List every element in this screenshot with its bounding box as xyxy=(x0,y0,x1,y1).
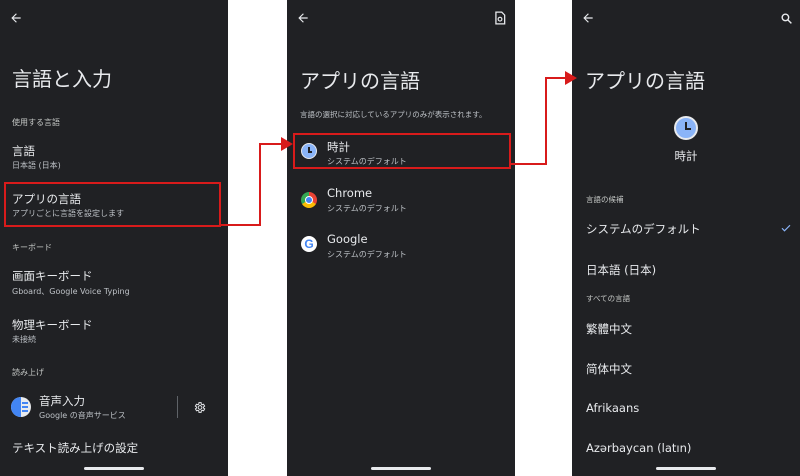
chrome-icon xyxy=(301,192,317,208)
gesture-nav-bar[interactable] xyxy=(84,467,144,470)
google-voice-icon xyxy=(11,397,31,417)
back-arrow-icon[interactable] xyxy=(576,6,600,30)
language-input-screen: 言語と入力 使用する言語 言語 日本語 (日本) アプリの言語 アプリごとに言語… xyxy=(0,0,228,476)
physical-keyboard-subtitle: 未接続 xyxy=(12,335,36,344)
arrow-head-icon xyxy=(281,137,293,151)
language-option[interactable]: 繁體中文 xyxy=(586,321,632,337)
gesture-nav-bar[interactable] xyxy=(371,467,431,470)
page-title: 言語と入力 xyxy=(12,67,112,91)
arrow-head-icon xyxy=(565,71,577,85)
language-option-label: システムのデフォルト xyxy=(586,222,701,236)
page-title: アプリの言語 xyxy=(585,69,705,93)
language-option[interactable]: Azərbaycan (latın) xyxy=(586,441,691,455)
section-used-languages: 使用する言語 xyxy=(12,118,60,127)
physical-keyboard-title: 物理キーボード xyxy=(12,318,93,332)
highlight-clock-app xyxy=(293,133,511,169)
app-name: 時計 xyxy=(674,149,698,163)
back-arrow-icon[interactable] xyxy=(291,6,315,30)
highlight-app-languages xyxy=(4,182,221,227)
clock-language-screen: アプリの言語 時計 言語の候補 システムのデフォルト 日本語 (日本) すべての… xyxy=(572,0,800,476)
help-doc-icon[interactable] xyxy=(488,6,512,30)
page-title: アプリの言語 xyxy=(300,69,420,93)
gear-icon[interactable] xyxy=(187,395,211,419)
gesture-nav-bar[interactable] xyxy=(656,467,716,470)
search-icon[interactable] xyxy=(774,6,798,30)
arrow-connector xyxy=(545,77,547,165)
voice-input-title: 音声入力 xyxy=(39,394,85,408)
language-option[interactable]: Afrikaans xyxy=(586,401,639,415)
onscreen-keyboard-title: 画面キーボード xyxy=(12,269,93,283)
page-description: 言語の選択に対応しているアプリのみが表示されます。 xyxy=(300,110,487,119)
tts-settings-item[interactable]: テキスト読み上げの設定 xyxy=(12,440,138,456)
app-subtitle: システムのデフォルト xyxy=(327,204,407,213)
divider xyxy=(177,396,178,418)
back-arrow-icon[interactable] xyxy=(4,6,28,30)
app-name: Chrome xyxy=(327,186,373,200)
languages-title: 言語 xyxy=(12,144,35,158)
arrow-connector xyxy=(259,143,261,226)
section-keyboard: キーボード xyxy=(12,243,52,252)
app-subtitle: システムのデフォルト xyxy=(327,250,407,259)
languages-subtitle: 日本語 (日本) xyxy=(12,161,61,170)
language-option[interactable]: 简体中文 xyxy=(586,361,632,377)
language-option-japanese[interactable]: 日本語 (日本) xyxy=(586,262,656,278)
google-icon: G xyxy=(301,236,317,252)
app-languages-screen: アプリの言語 言語の選択に対応しているアプリのみが表示されます。 時計 システム… xyxy=(287,0,515,476)
voice-input-subtitle: Google の音声サービス xyxy=(39,411,126,420)
section-suggested: 言語の候補 xyxy=(586,195,624,204)
check-icon xyxy=(774,216,798,240)
onscreen-keyboard-subtitle: Gboard、Google Voice Typing xyxy=(12,287,130,296)
clock-icon xyxy=(674,116,698,140)
section-read-aloud: 読み上げ xyxy=(12,368,44,377)
arrow-connector xyxy=(511,163,547,165)
app-name: Google xyxy=(327,232,368,246)
section-all-languages: すべての言語 xyxy=(586,294,631,303)
arrow-connector xyxy=(221,224,261,226)
